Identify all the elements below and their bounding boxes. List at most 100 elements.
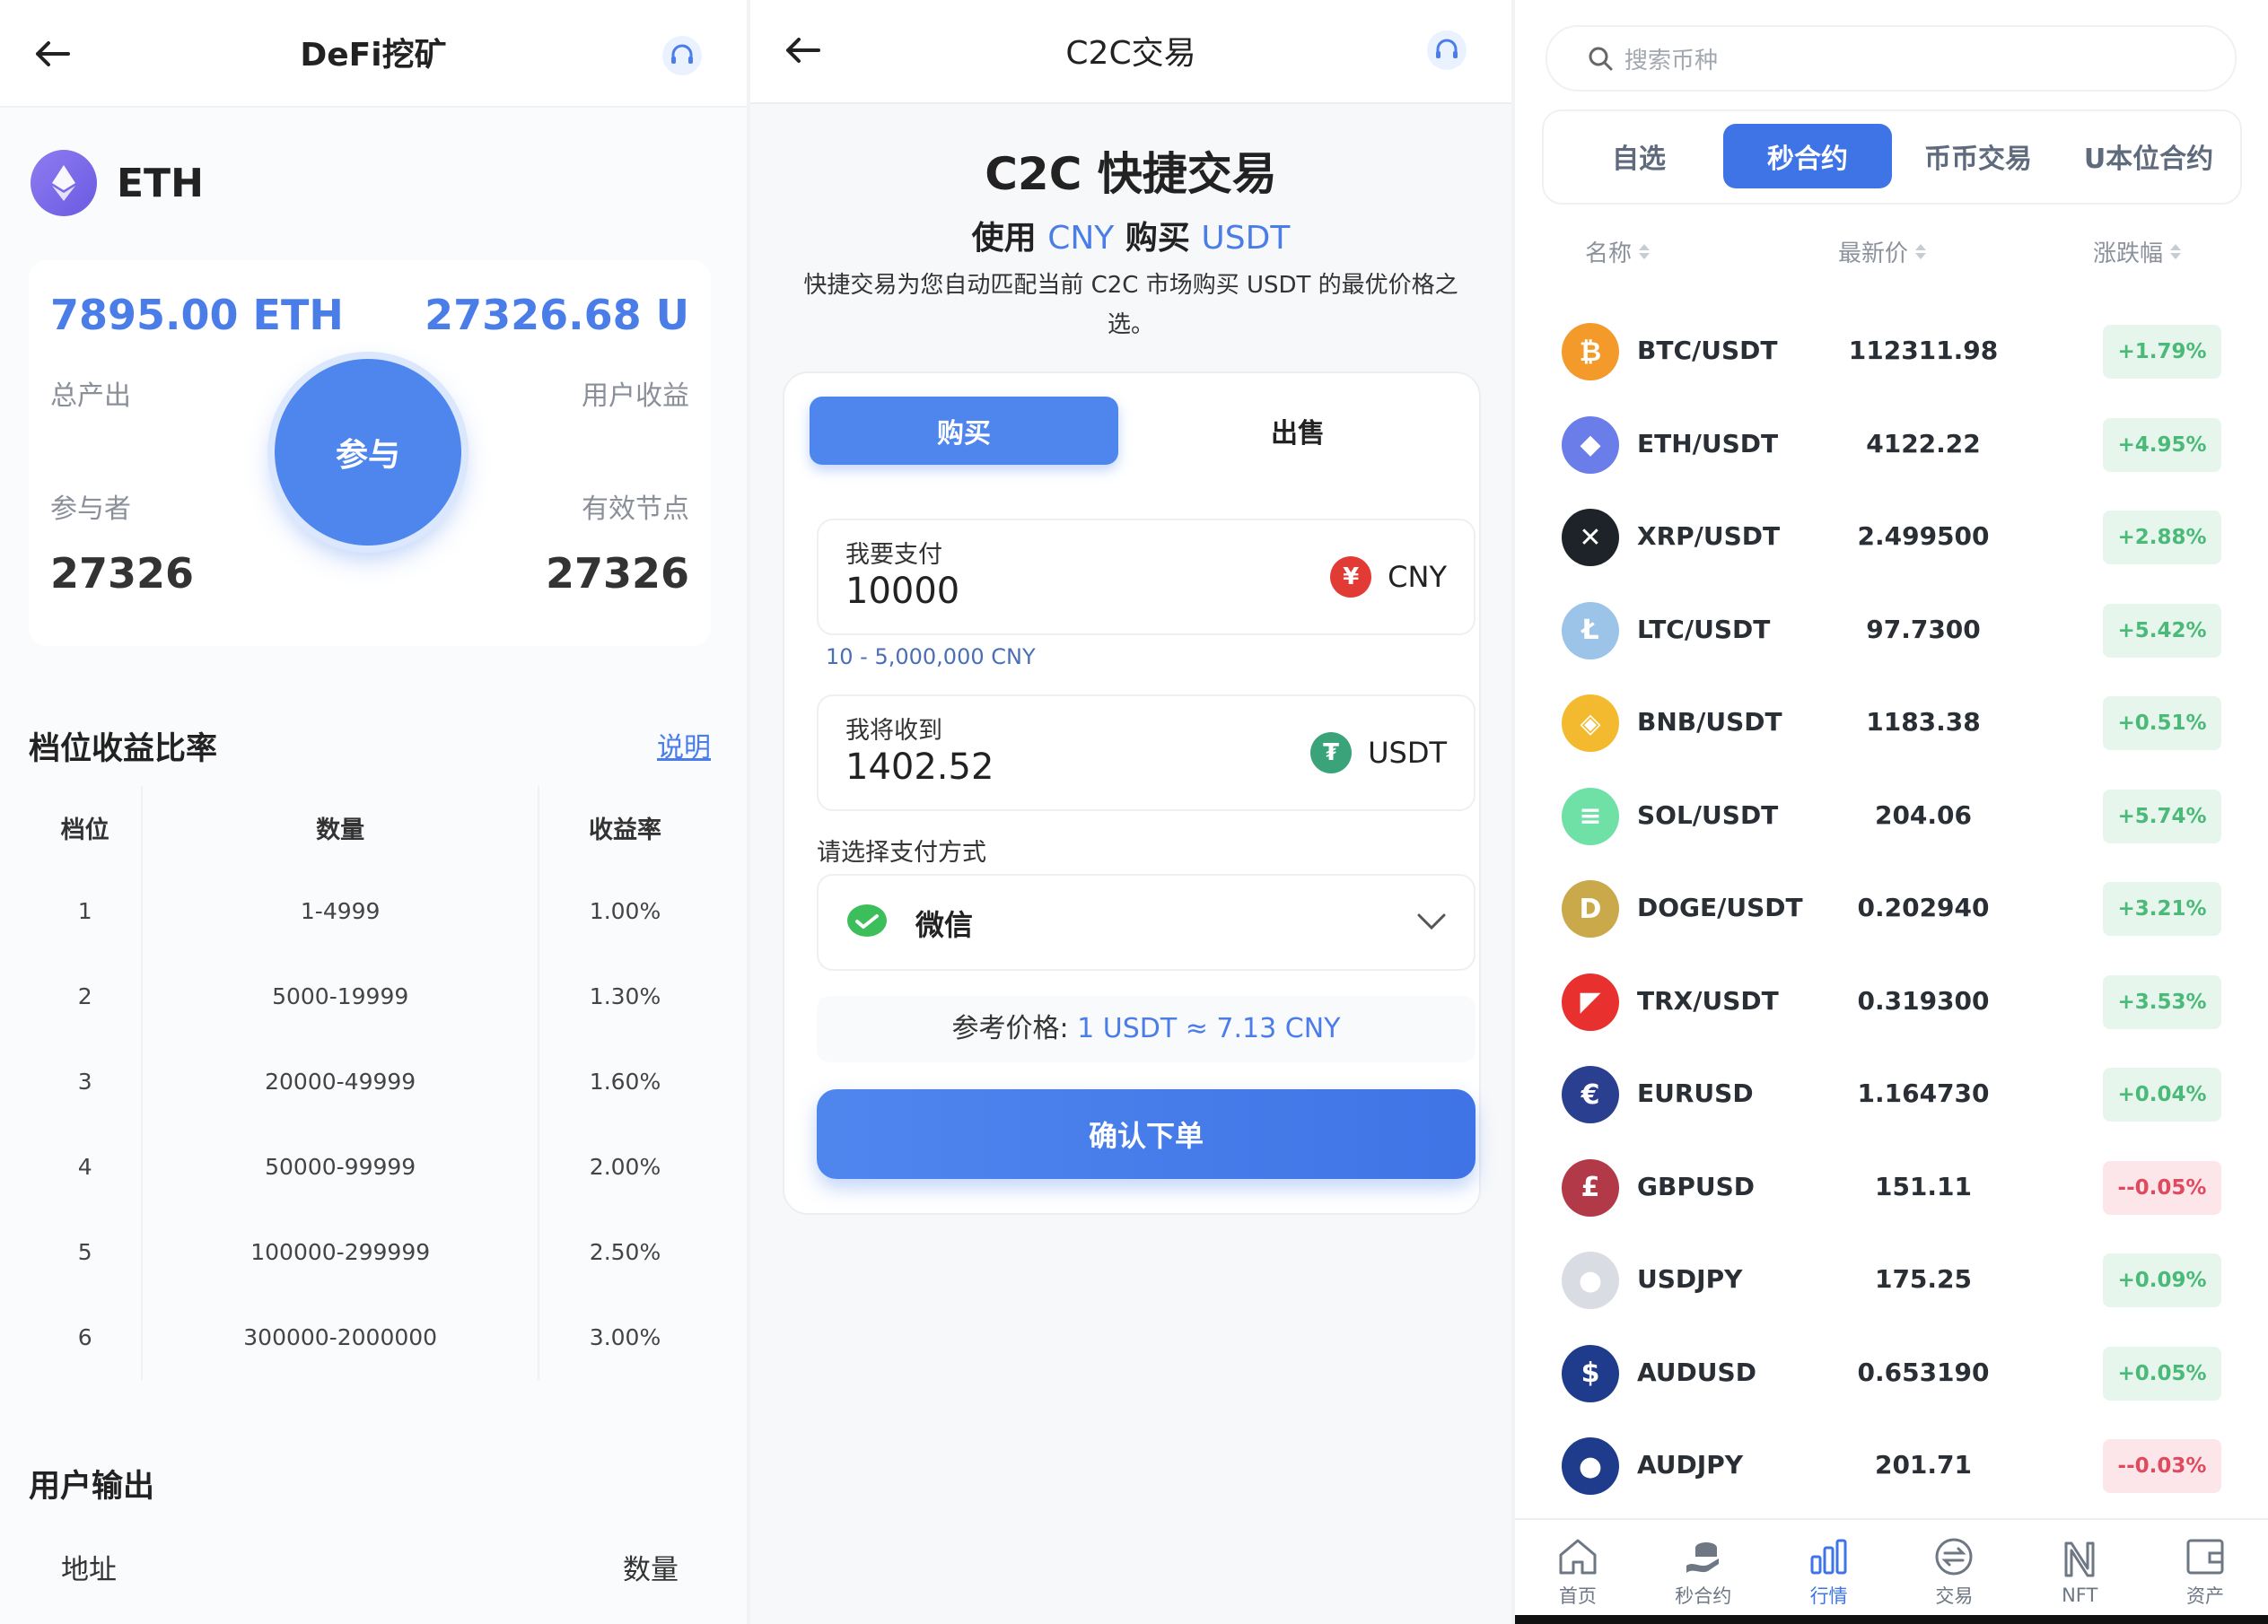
coin-icon: £ <box>1562 1158 1619 1217</box>
last-price: 97.7300 <box>1866 614 1981 644</box>
market-row[interactable]: Ł LTC/USDT 97.7300 +5.42% <box>1515 586 2268 679</box>
confirm-order-button[interactable]: 确认下单 <box>817 1089 1476 1179</box>
col-change-label: 涨跌幅 <box>2093 240 2164 267</box>
table-row: 5 100000-299999 2.50% <box>29 1209 711 1295</box>
market-row[interactable]: ◈ BNB/USDT 1183.38 +0.51% <box>1515 678 2268 772</box>
tier-rate: 1.60% <box>589 1069 661 1095</box>
sort-price[interactable]: 最新价 <box>1838 235 1927 268</box>
header-level: 档位 <box>29 786 144 869</box>
market-row[interactable]: ✕ XRP/USDT 2.499500 +2.88% <box>1515 493 2268 586</box>
market-row[interactable]: ◆ ETH/USDT 4122.22 +4.95% <box>1515 400 2268 493</box>
table-row: 6 300000-2000000 3.00% <box>29 1295 711 1380</box>
nav-home[interactable]: 首页 <box>1515 1520 1641 1619</box>
sort-change[interactable]: 涨跌幅 <box>2093 235 2182 268</box>
pay-currency-label: CNY <box>1388 560 1447 594</box>
tab-spot[interactable]: 币币交易 <box>1894 124 2062 188</box>
pay-currency: ¥ CNY <box>1330 556 1447 598</box>
eth-logo-icon <box>31 150 97 216</box>
table-row: 3 20000-49999 1.60% <box>29 1039 711 1124</box>
market-row[interactable]: € EURUSD 1.164730 +0.04% <box>1515 1050 2268 1143</box>
receive-currency: ₮ USDT <box>1310 732 1447 773</box>
market-row[interactable]: ◤ TRX/USDT 0.319300 +3.53% <box>1515 957 2268 1051</box>
tier-range: 100000-299999 <box>143 1209 540 1295</box>
tier-table: 档位 数量 收益率 1 1-4999 1.00% 2 5000-19999 1.… <box>29 786 711 1380</box>
change-badge: +0.51% <box>2103 696 2221 750</box>
nav-label: NFT <box>2062 1585 2098 1606</box>
coin-icon: D <box>1562 880 1619 938</box>
tier-level: 3 <box>29 1039 144 1124</box>
coin-icon: ◤ <box>1562 973 1619 1031</box>
explain-link[interactable]: 说明 <box>657 725 711 764</box>
tab-second-contract[interactable]: 秒合约 <box>1723 124 1892 188</box>
tab-sell[interactable]: 出售 <box>1143 397 1452 465</box>
market-row[interactable]: D DOGE/USDT 0.202940 +3.21% <box>1515 864 2268 957</box>
tab-usdt-futures[interactable]: U本位合约 <box>2064 124 2233 188</box>
nav-label: 首页 <box>1558 1585 1597 1607</box>
tab-buy[interactable]: 购买 <box>810 397 1118 465</box>
nav-assets[interactable]: 资产 <box>2142 1520 2268 1619</box>
sort-name[interactable]: 名称 <box>1585 235 1651 268</box>
change-badge: +2.88% <box>2103 511 2221 564</box>
tier-level: 4 <box>29 1124 144 1209</box>
nav-market[interactable]: 行情 <box>1766 1520 1892 1619</box>
last-price: 0.653190 <box>1857 1357 1990 1387</box>
coin-icon: ◆ <box>1562 415 1619 474</box>
trade-card: 购买 出售 我要支付 10000 ¥ CNY 10 - 5,000,000 CN… <box>783 371 1481 1215</box>
c2c-heading: C2C 快捷交易 <box>985 148 1277 200</box>
header-rate: 收益率 <box>589 816 661 844</box>
market-row[interactable]: ₿ BTC/USDT 112311.98 +1.79% <box>1515 307 2268 400</box>
market-row[interactable]: ≡ SOL/USDT 204.06 +5.74% <box>1515 772 2268 865</box>
participants-value: 27326 <box>50 549 195 598</box>
wallet-icon <box>2186 1539 2224 1575</box>
tier-rate: 2.50% <box>589 1239 661 1265</box>
c2c-trade-panel: C2C交易 C2C 快捷交易 使用 CNY 购买 USDT 快捷交易为您自动匹配… <box>750 0 1511 1624</box>
market-row[interactable]: $ AUDUSD 0.653190 +0.05% <box>1515 1329 2268 1422</box>
tier-range: 300000-2000000 <box>143 1295 540 1380</box>
bottom-nav: 首页 秒合约 行情 交易 NFT 资产 <box>1515 1518 2268 1619</box>
last-price: 151.11 <box>1874 1171 1973 1201</box>
tab-favorites[interactable]: 自选 <box>1554 124 1723 188</box>
search-bar[interactable]: 搜索币种 <box>1546 25 2237 92</box>
user-income-label: 用户收益 <box>582 380 689 412</box>
nav-trade[interactable]: 交易 <box>1891 1520 2017 1619</box>
headset-icon <box>1436 39 1458 58</box>
coin-icon: ◈ <box>1562 694 1619 752</box>
header-address: 地址 <box>61 1553 117 1586</box>
pair-name: LTC/USDT <box>1637 614 1771 644</box>
home-indicator-bar <box>1515 1615 2268 1624</box>
coin-icon: ✕ <box>1562 509 1619 566</box>
payment-method-select[interactable]: 微信 <box>817 874 1476 971</box>
market-row[interactable]: ● USDJPY 175.25 +0.09% <box>1515 1235 2268 1329</box>
coin-icon: € <box>1562 1066 1619 1123</box>
table-row: 1 1-4999 1.00% <box>29 869 711 954</box>
tier-rate: 1.00% <box>589 898 661 924</box>
nav-nft[interactable]: NFT <box>2017 1520 2142 1619</box>
join-button[interactable]: 参与 <box>275 359 461 546</box>
pay-amount-input[interactable]: 10000 <box>845 571 959 612</box>
reference-price: 参考价格: 1 USDT ≈ 7.13 CNY <box>817 996 1476 1062</box>
tier-level: 2 <box>29 954 144 1039</box>
search-input[interactable]: 搜索币种 <box>1624 42 1718 75</box>
nft-icon <box>2064 1541 2095 1577</box>
contract-icon <box>1686 1542 1719 1573</box>
market-row[interactable]: £ GBPUSD 151.11 --0.05% <box>1515 1143 2268 1236</box>
defi-header: DeFi挖矿 <box>0 0 747 108</box>
customer-service-button[interactable] <box>662 36 702 75</box>
amount-range: 10 - 5,000,000 CNY <box>826 644 1036 669</box>
change-badge: +1.79% <box>2103 325 2221 379</box>
sub-cny: CNY <box>1047 220 1115 257</box>
market-row[interactable]: ● AUDJPY 201.71 --0.03% <box>1515 1421 2268 1515</box>
nav-label: 秒合约 <box>1675 1585 1732 1607</box>
customer-service-button[interactable] <box>1427 31 1467 70</box>
nav-second-contract[interactable]: 秒合约 <box>1641 1520 1766 1619</box>
table-row: 2 5000-19999 1.30% <box>29 954 711 1039</box>
coin-icon: $ <box>1562 1344 1619 1402</box>
payment-method-label: 请选择支付方式 <box>817 839 986 867</box>
change-badge: +0.09% <box>2103 1253 2221 1307</box>
change-badge: +3.53% <box>2103 974 2221 1029</box>
pay-amount-field[interactable]: 我要支付 10000 ¥ CNY <box>817 519 1476 635</box>
last-price: 112311.98 <box>1848 336 1999 365</box>
col-name-label: 名称 <box>1585 240 1633 267</box>
change-badge: +0.05% <box>2103 1346 2221 1401</box>
receive-currency-label: USDT <box>1368 736 1447 770</box>
